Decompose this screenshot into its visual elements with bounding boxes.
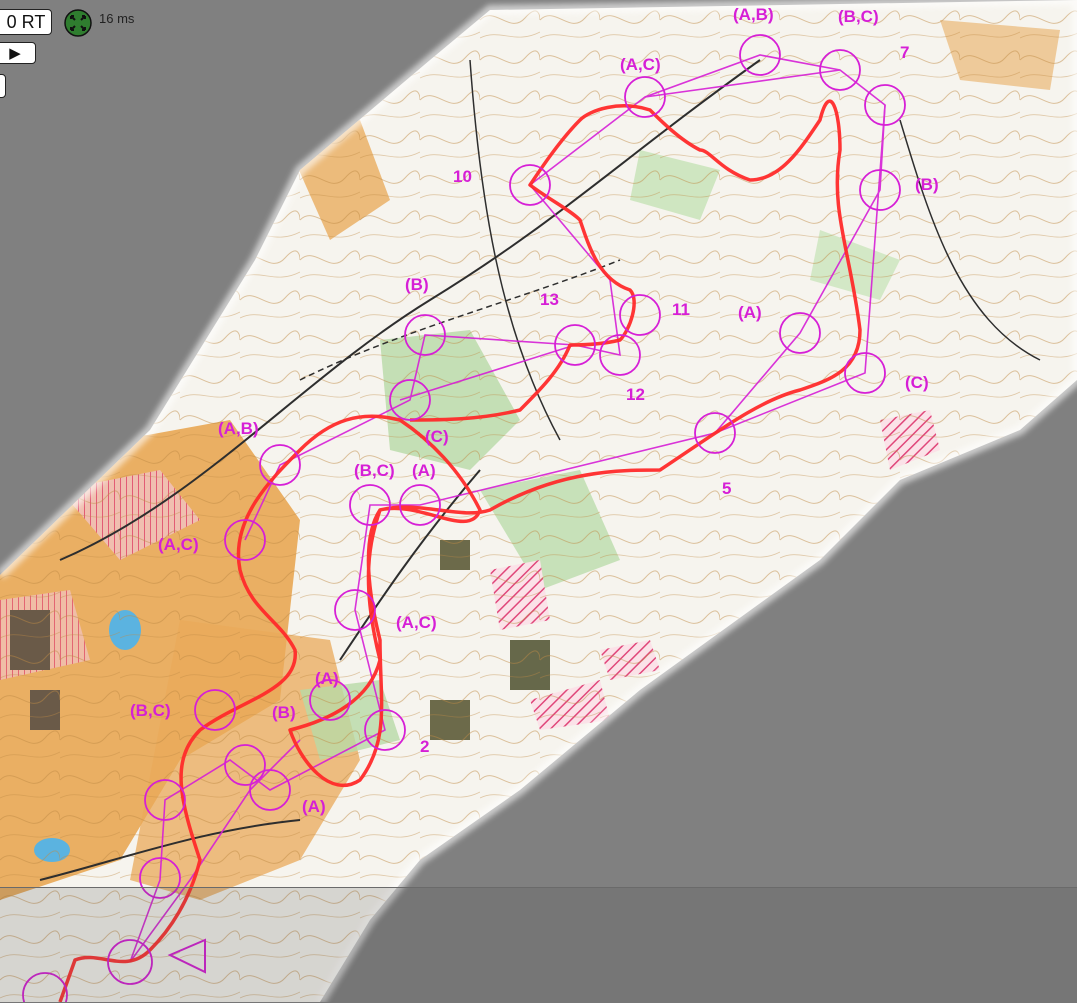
- control-label: 13: [540, 290, 559, 309]
- control-label: 10: [453, 167, 472, 186]
- control-label: 5: [722, 479, 731, 498]
- control-label: (A): [412, 461, 436, 480]
- control-label: 7: [900, 43, 909, 62]
- latency-readout: 16 ms: [99, 11, 135, 26]
- control-label: (B,C): [838, 7, 879, 26]
- control-label: (A): [738, 303, 762, 322]
- play-icon: ▶: [9, 45, 21, 62]
- play-button[interactable]: ▶: [0, 42, 36, 64]
- side-panel-button[interactable]: [0, 74, 6, 98]
- control-label: (A,C): [396, 613, 437, 632]
- control-label: (A,C): [620, 55, 661, 74]
- control-label: (B): [272, 703, 296, 722]
- control-label: (A): [315, 669, 339, 688]
- realtime-button[interactable]: 0 RT: [0, 9, 52, 35]
- bottom-panel: [0, 887, 1077, 1003]
- realtime-label: 0 RT: [6, 11, 46, 32]
- recenter-icon[interactable]: [64, 9, 92, 37]
- control-label: (B): [405, 275, 429, 294]
- control-label: 2: [420, 737, 429, 756]
- control-label: (B,C): [130, 701, 171, 720]
- control-label: (B): [915, 175, 939, 194]
- orienteering-map[interactable]: (A,B) (B,C) 7 (A,C) 10 (B) (B) 13 11 (A)…: [0, 0, 1077, 1002]
- control-label: 12: [626, 385, 645, 404]
- control-label: (A,B): [218, 419, 259, 438]
- control-label: (C): [905, 373, 929, 392]
- control-label: (B,C): [354, 461, 395, 480]
- control-label: (C): [425, 427, 449, 446]
- control-label: (A,C): [158, 535, 199, 554]
- control-label: (A,B): [733, 5, 774, 24]
- control-label: (A): [302, 797, 326, 816]
- control-label: 11: [672, 300, 690, 319]
